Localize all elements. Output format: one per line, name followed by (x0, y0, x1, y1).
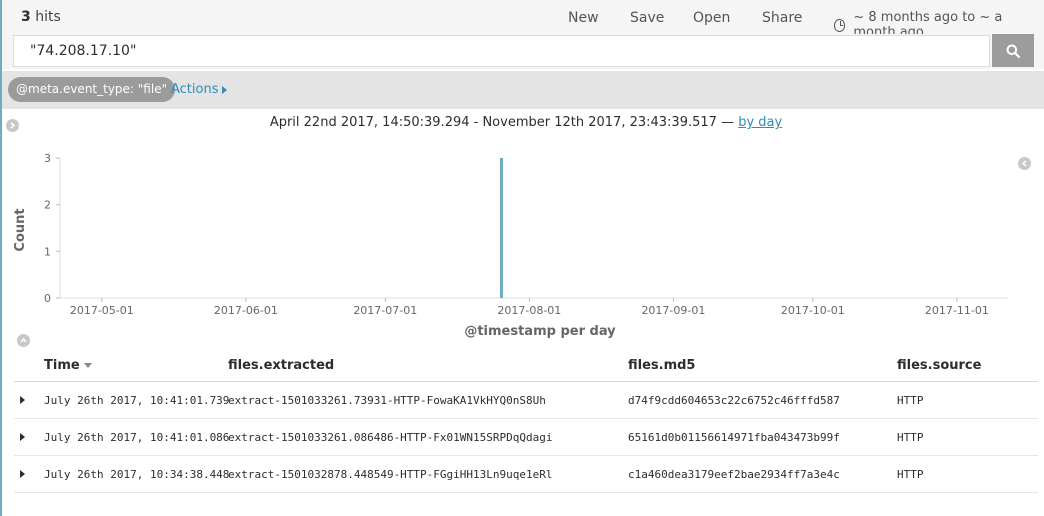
interval-link[interactable]: by day (738, 115, 782, 130)
cell-files-md5: d74f9cdd604653c22c6752c46fffd587 (628, 394, 840, 407)
expand-row-icon[interactable] (20, 470, 25, 478)
y-tick-label: 2 (44, 199, 51, 212)
search-icon (1006, 44, 1020, 58)
actions-label: Actions (171, 82, 219, 97)
hits-counter: 3 hits (21, 9, 61, 25)
y-tick-label: 3 (44, 152, 51, 165)
table-header: Time files.extracted files.md5 files.sou… (14, 350, 1038, 382)
table-row[interactable]: July 26th 2017, 10:41:01.086 extract-1501… (14, 419, 1038, 456)
filter-actions-link[interactable]: Actions (171, 82, 227, 97)
x-tick-label: 2017-11-01 (925, 304, 989, 317)
column-header-files-source[interactable]: files.source (897, 358, 981, 373)
cell-files-md5: c1a460dea3179eef2bae2934ff7a3e4c (628, 468, 840, 481)
x-tick-label: 2017-09-01 (641, 304, 705, 317)
table-row[interactable]: July 26th 2017, 10:34:38.448 extract-1501… (14, 456, 1038, 493)
sort-down-icon[interactable] (83, 363, 92, 368)
x-tick-label: 2017-10-01 (781, 304, 845, 317)
column-header-files-extracted[interactable]: files.extracted (228, 358, 334, 373)
cell-files-extracted: extract-1501032878.448549-HTTP-FGgiHH13L… (228, 468, 553, 481)
x-tick-label: 2017-08-01 (497, 304, 561, 317)
cell-files-source: HTTP (897, 468, 924, 481)
cell-time: July 26th 2017, 10:41:01.086 (44, 431, 230, 444)
search-button[interactable] (992, 34, 1034, 67)
x-tick-label: 2017-06-01 (214, 304, 278, 317)
expand-row-icon[interactable] (20, 396, 25, 404)
hits-count: 3 (21, 9, 31, 25)
new-button[interactable]: New (568, 10, 599, 26)
histogram-bar (499, 158, 503, 298)
column-header-files-md5[interactable]: files.md5 (628, 358, 695, 373)
x-tick-label: 2017-05-01 (70, 304, 134, 317)
histogram-time-range: April 22nd 2017, 14:50:39.294 - November… (0, 115, 1044, 130)
hits-label: hits (35, 9, 61, 25)
table-row[interactable]: July 26th 2017, 10:41:01.739 extract-1501… (14, 382, 1038, 419)
x-axis-label: @timestamp per day (464, 324, 616, 339)
open-button[interactable]: Open (693, 10, 730, 26)
cell-files-extracted: extract-1501033261.086486-HTTP-Fx01WN15S… (228, 431, 553, 444)
table-body: July 26th 2017, 10:41:01.739 extract-1501… (14, 382, 1038, 493)
time-range-text: April 22nd 2017, 14:50:39.294 - November… (269, 115, 735, 130)
y-tick-label: 0 (44, 292, 51, 305)
share-button[interactable]: Share (762, 10, 802, 26)
search-input[interactable] (13, 35, 990, 67)
cell-time: July 26th 2017, 10:41:01.739 (44, 394, 230, 407)
documents-table: Time files.extracted files.md5 files.sou… (14, 350, 1038, 493)
cell-files-extracted: extract-1501033261.73931-HTTP-FowaKA1VkH… (228, 394, 546, 407)
query-bar (2, 34, 1044, 69)
cell-time: July 26th 2017, 10:34:38.448 (44, 468, 230, 481)
clock-icon (834, 18, 846, 32)
cell-files-source: HTTP (897, 394, 924, 407)
filter-pill-event-type[interactable]: @meta.event_type: "file" (8, 77, 176, 102)
caret-right-icon (221, 85, 227, 94)
top-toolbar: 3 hits New Save Open Share ~ 8 months ag… (2, 0, 1044, 40)
histogram-chart: 0 1 2 3 2017-05-01 2017-06-01 2017-07-01 2017-0… (13, 152, 1008, 339)
y-tick-label: 1 (44, 245, 51, 258)
column-label-time: Time (44, 358, 80, 373)
cell-files-md5: 65161d0b01156614971fba043473b99f (628, 431, 840, 444)
cell-files-source: HTTP (897, 431, 924, 444)
x-tick-label: 2017-07-01 (353, 304, 417, 317)
y-axis-label: Count (13, 208, 28, 251)
filter-bar: @meta.event_type: "file" Actions (2, 71, 1044, 109)
column-header-time[interactable]: Time (44, 358, 92, 373)
expand-row-icon[interactable] (20, 433, 25, 441)
save-button[interactable]: Save (630, 10, 664, 26)
